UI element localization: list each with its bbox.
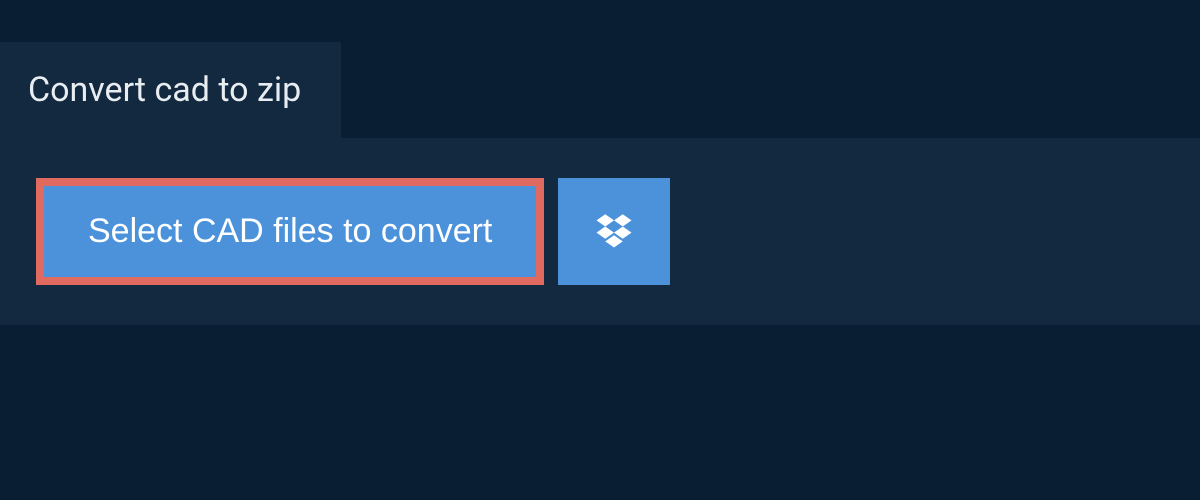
- select-files-button[interactable]: Select CAD files to convert: [36, 178, 544, 285]
- tab-title: Convert cad to zip: [28, 70, 301, 110]
- conversion-panel: Select CAD files to convert: [0, 138, 1200, 325]
- button-row: Select CAD files to convert: [36, 178, 1164, 285]
- tab-header: Convert cad to zip: [0, 42, 341, 138]
- dropbox-icon: [593, 209, 635, 254]
- select-files-label: Select CAD files to convert: [88, 212, 492, 251]
- dropbox-button[interactable]: [558, 178, 670, 285]
